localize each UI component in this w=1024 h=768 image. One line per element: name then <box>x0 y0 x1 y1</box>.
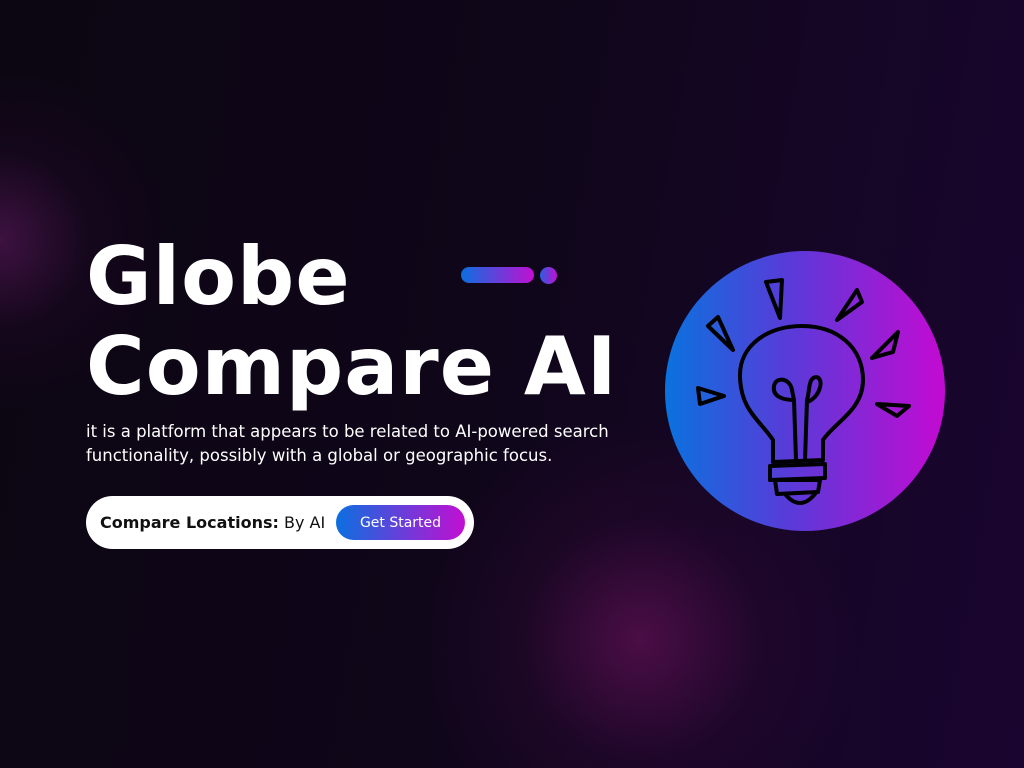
description: it is a platform that appears to be rela… <box>86 422 609 465</box>
title-line-2: Compare AI <box>86 320 618 413</box>
pill-label: Compare Locations: By AI <box>100 513 325 532</box>
lightbulb-icon <box>696 278 911 505</box>
page-title: Globe Compare AI <box>86 232 618 412</box>
pill-label-rest: By AI <box>278 513 326 532</box>
decorative-dot <box>540 267 557 284</box>
get-started-button[interactable]: Get Started <box>336 505 465 540</box>
title-line-1: Globe <box>86 230 351 323</box>
decorative-bar <box>461 267 534 283</box>
lightbulb-illustration <box>665 251 945 531</box>
pill-label-bold: Compare Locations: <box>100 513 279 532</box>
compare-locations-pill: Compare Locations: By AI Get Started <box>86 496 474 549</box>
